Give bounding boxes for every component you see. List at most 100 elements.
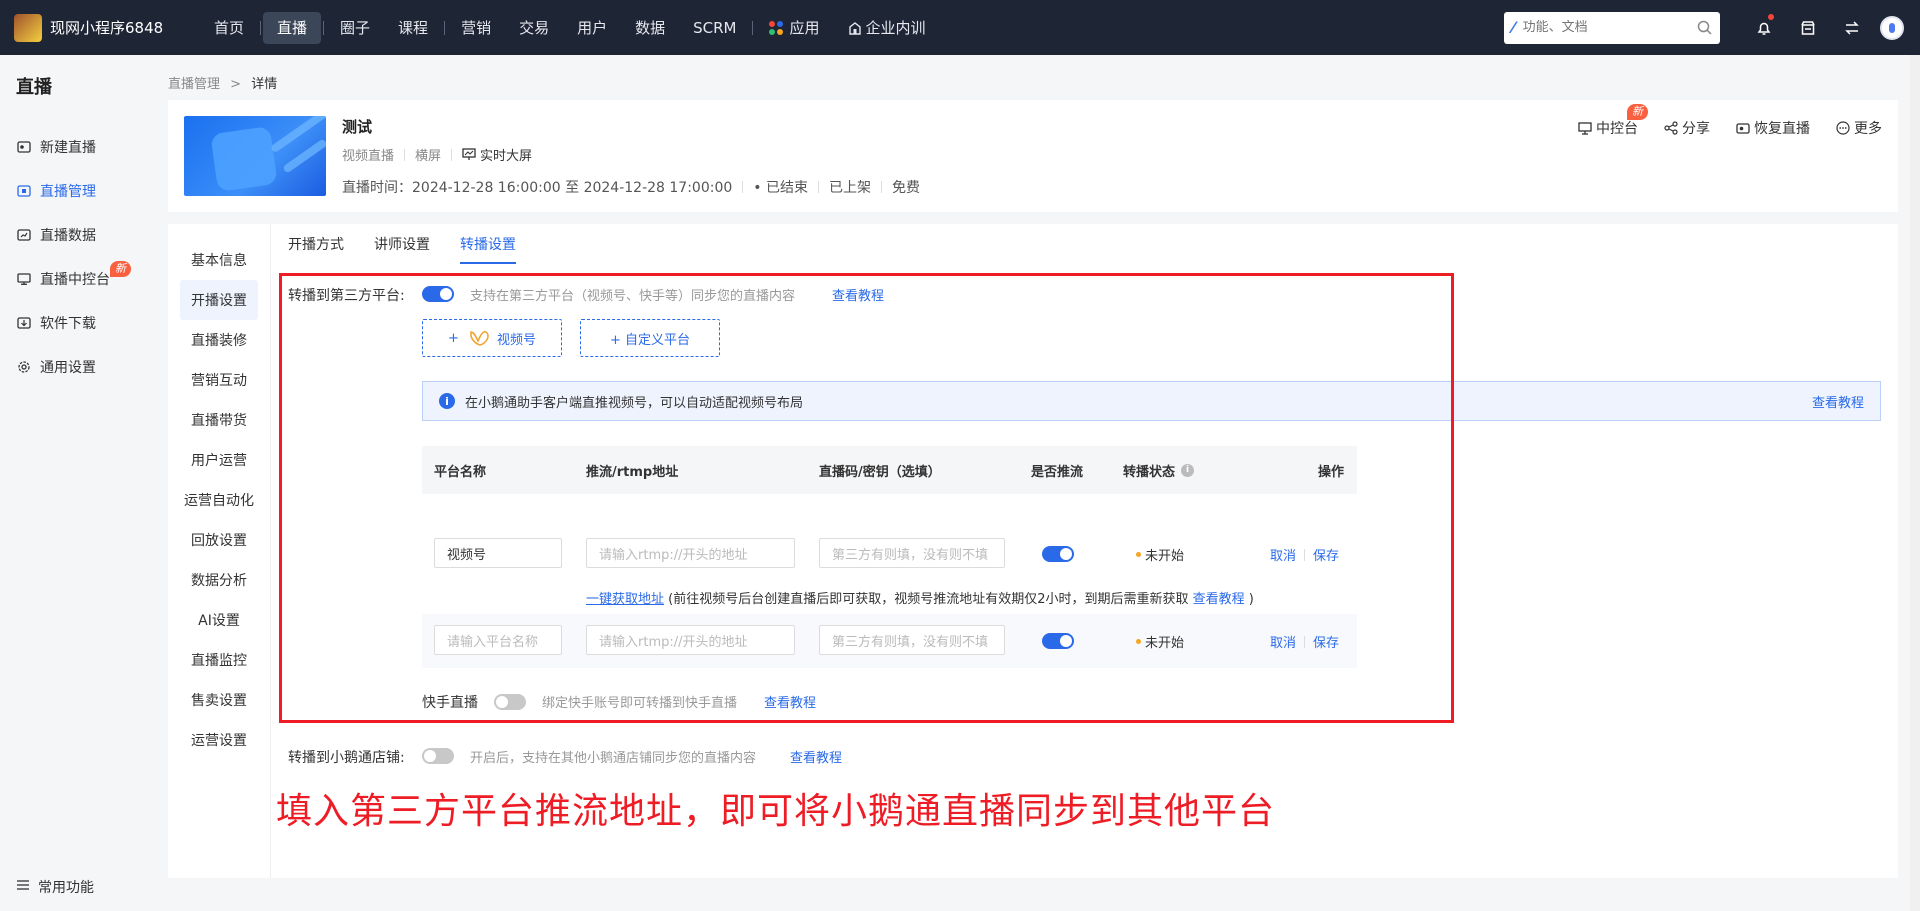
monitor-icon	[1578, 121, 1592, 135]
subnav-selling[interactable]: 直播带货	[168, 400, 270, 440]
sidebar-item-live-data[interactable]: 直播数据	[0, 213, 168, 257]
nav-scrm[interactable]: SCRM	[679, 12, 750, 44]
add-custom-platform-button[interactable]: + 自定义平台	[580, 319, 720, 357]
nav-users[interactable]: 用户	[563, 12, 621, 44]
stream-key-input[interactable]: 第三方有则填，没有则不填	[819, 625, 1005, 655]
new-badge: 新	[110, 261, 131, 277]
live-info-card: 测试 视频直播 横屏 实时大屏 直播时间：2024-12-28 16:00:00…	[168, 100, 1898, 212]
nav-trade[interactable]: 交易	[505, 12, 563, 44]
breadcrumb-parent[interactable]: 直播管理	[168, 77, 220, 92]
global-search[interactable]: ⁄	[1504, 11, 1720, 44]
nav-apps[interactable]: 应用	[755, 12, 833, 44]
subnav-marketing[interactable]: 营销互动	[168, 360, 270, 400]
search-icon[interactable]	[1697, 20, 1712, 35]
nav-divider	[260, 20, 262, 35]
subnav-user-ops[interactable]: 用户运营	[168, 440, 270, 480]
common-functions[interactable]: 常用功能	[16, 877, 94, 897]
sidebar-title: 直播	[16, 77, 52, 98]
hint-tutorial-link[interactable]: 查看教程	[1193, 592, 1245, 607]
share-icon	[1664, 121, 1678, 135]
relay-tutorial-link[interactable]: 查看教程	[832, 285, 884, 304]
kuaishou-tutorial-link[interactable]: 查看教程	[764, 692, 816, 711]
one-click-get-address-link[interactable]: 一键获取地址	[586, 592, 664, 607]
nav-home[interactable]: 首页	[200, 12, 258, 44]
live-price: 免费	[892, 180, 920, 196]
nav-course[interactable]: 课程	[384, 12, 442, 44]
nav-circle[interactable]: 圈子	[326, 12, 384, 44]
rtmp-input[interactable]: 请输入rtmp://开头的地址	[586, 538, 795, 568]
stream-key-input[interactable]: 第三方有则填，没有则不填	[819, 538, 1005, 568]
subnav-analytics[interactable]: 数据分析	[168, 560, 270, 600]
more-label: 更多	[1854, 121, 1882, 137]
info-icon: i	[439, 393, 455, 409]
share-button[interactable]: 分享	[1664, 118, 1710, 138]
subnav-replay[interactable]: 回放设置	[168, 520, 270, 560]
subnav-monitoring[interactable]: 直播监控	[168, 640, 270, 680]
building-icon	[848, 21, 861, 35]
subnav-operations[interactable]: 运营设置	[168, 720, 270, 760]
relay-third-party-toggle[interactable]	[422, 286, 454, 302]
nav-training-label: 企业内训	[865, 18, 926, 37]
rtmp-input[interactable]: 请输入rtmp://开头的地址	[586, 625, 795, 655]
platform-name-input[interactable]: 视频号	[434, 538, 562, 568]
cancel-button[interactable]: 取消	[1270, 545, 1296, 564]
push-toggle[interactable]	[1042, 546, 1074, 562]
store-button[interactable]	[1786, 0, 1830, 55]
restore-live-button[interactable]: 恢复直播	[1736, 118, 1810, 138]
console-button[interactable]: 中控台 新	[1578, 104, 1648, 138]
page-scrollbar[interactable]	[1910, 55, 1920, 911]
nav-training[interactable]: 企业内训	[834, 12, 940, 44]
alert-tutorial-link[interactable]: 查看教程	[1812, 392, 1864, 411]
user-avatar[interactable]	[1880, 15, 1904, 40]
sidebar-item-live-manage[interactable]: 直播管理	[0, 169, 168, 213]
switch-button[interactable]	[1830, 0, 1874, 55]
notification-button[interactable]	[1742, 0, 1786, 55]
live-status: • 已结束	[753, 180, 808, 196]
live-actions: 中控台 新 分享 恢复直播 更多	[1552, 104, 1882, 138]
subnav-automation[interactable]: 运营自动化	[168, 480, 270, 520]
subnav-ai[interactable]: AI设置	[168, 600, 270, 640]
realtime-screen-link[interactable]: 实时大屏	[462, 145, 532, 164]
brand[interactable]: 现网小程序6848	[0, 13, 200, 42]
top-right-tools: ⁄	[1504, 0, 1920, 55]
col-status-label: 转播状态	[1123, 464, 1176, 480]
platform-name-input[interactable]: 请输入平台名称	[434, 625, 562, 655]
save-button[interactable]: 保存	[1313, 545, 1339, 564]
live-orientation: 横屏	[415, 149, 442, 164]
top-bar: 现网小程序6848 首页 直播 圈子 课程 营销 交易 用户 数据 SCRM 应…	[0, 0, 1920, 55]
subnav-sales[interactable]: 售卖设置	[168, 680, 270, 720]
tab-lecturer[interactable]: 讲师设置	[374, 234, 430, 264]
apps-icon	[769, 20, 784, 35]
nav-data[interactable]: 数据	[621, 12, 679, 44]
store-relay-tutorial-link[interactable]: 查看教程	[790, 747, 842, 766]
subnav-decoration[interactable]: 直播装修	[168, 320, 270, 360]
console-label: 中控台	[1596, 121, 1638, 137]
sidebar-item-settings[interactable]: 通用设置	[0, 345, 168, 389]
save-button[interactable]: 保存	[1313, 632, 1339, 651]
push-toggle[interactable]	[1042, 633, 1074, 649]
nav-marketing[interactable]: 营销	[447, 12, 505, 44]
col-rtmp: 推流/rtmp地址	[586, 464, 679, 480]
relay-status: 未开始	[1136, 632, 1184, 651]
subnav-basic-info[interactable]: 基本信息	[168, 240, 270, 280]
live-shelf: 已上架	[829, 180, 871, 196]
search-input[interactable]	[1522, 20, 1697, 35]
info-icon[interactable]: i	[1181, 463, 1195, 477]
new-badge: 新	[1627, 104, 1648, 120]
nav-live[interactable]: 直播	[263, 11, 322, 44]
cancel-button[interactable]: 取消	[1270, 632, 1296, 651]
more-button[interactable]: 更多	[1836, 118, 1882, 138]
sidebar-item-console[interactable]: 直播中控台 新	[0, 257, 168, 301]
share-label: 分享	[1682, 121, 1710, 137]
rtmp-hint: 一键获取地址 (前往视频号后台创建直播后即可获取，视频号推流地址有效期仅2小时，…	[586, 588, 1254, 607]
sidebar-item-new-live[interactable]: 新建直播	[0, 125, 168, 169]
live-title: 测试	[342, 118, 373, 136]
add-channels-button[interactable]: + 视频号	[422, 319, 562, 357]
tab-relay[interactable]: 转播设置	[460, 234, 516, 264]
kuaishou-toggle[interactable]	[494, 694, 526, 710]
subnav-live-settings[interactable]: 开播设置	[180, 280, 258, 320]
tab-start-method[interactable]: 开播方式	[288, 234, 344, 264]
sidebar-item-label: 软件下载	[40, 316, 96, 332]
sidebar-item-download[interactable]: 软件下载	[0, 301, 168, 345]
store-relay-toggle[interactable]	[422, 748, 454, 764]
